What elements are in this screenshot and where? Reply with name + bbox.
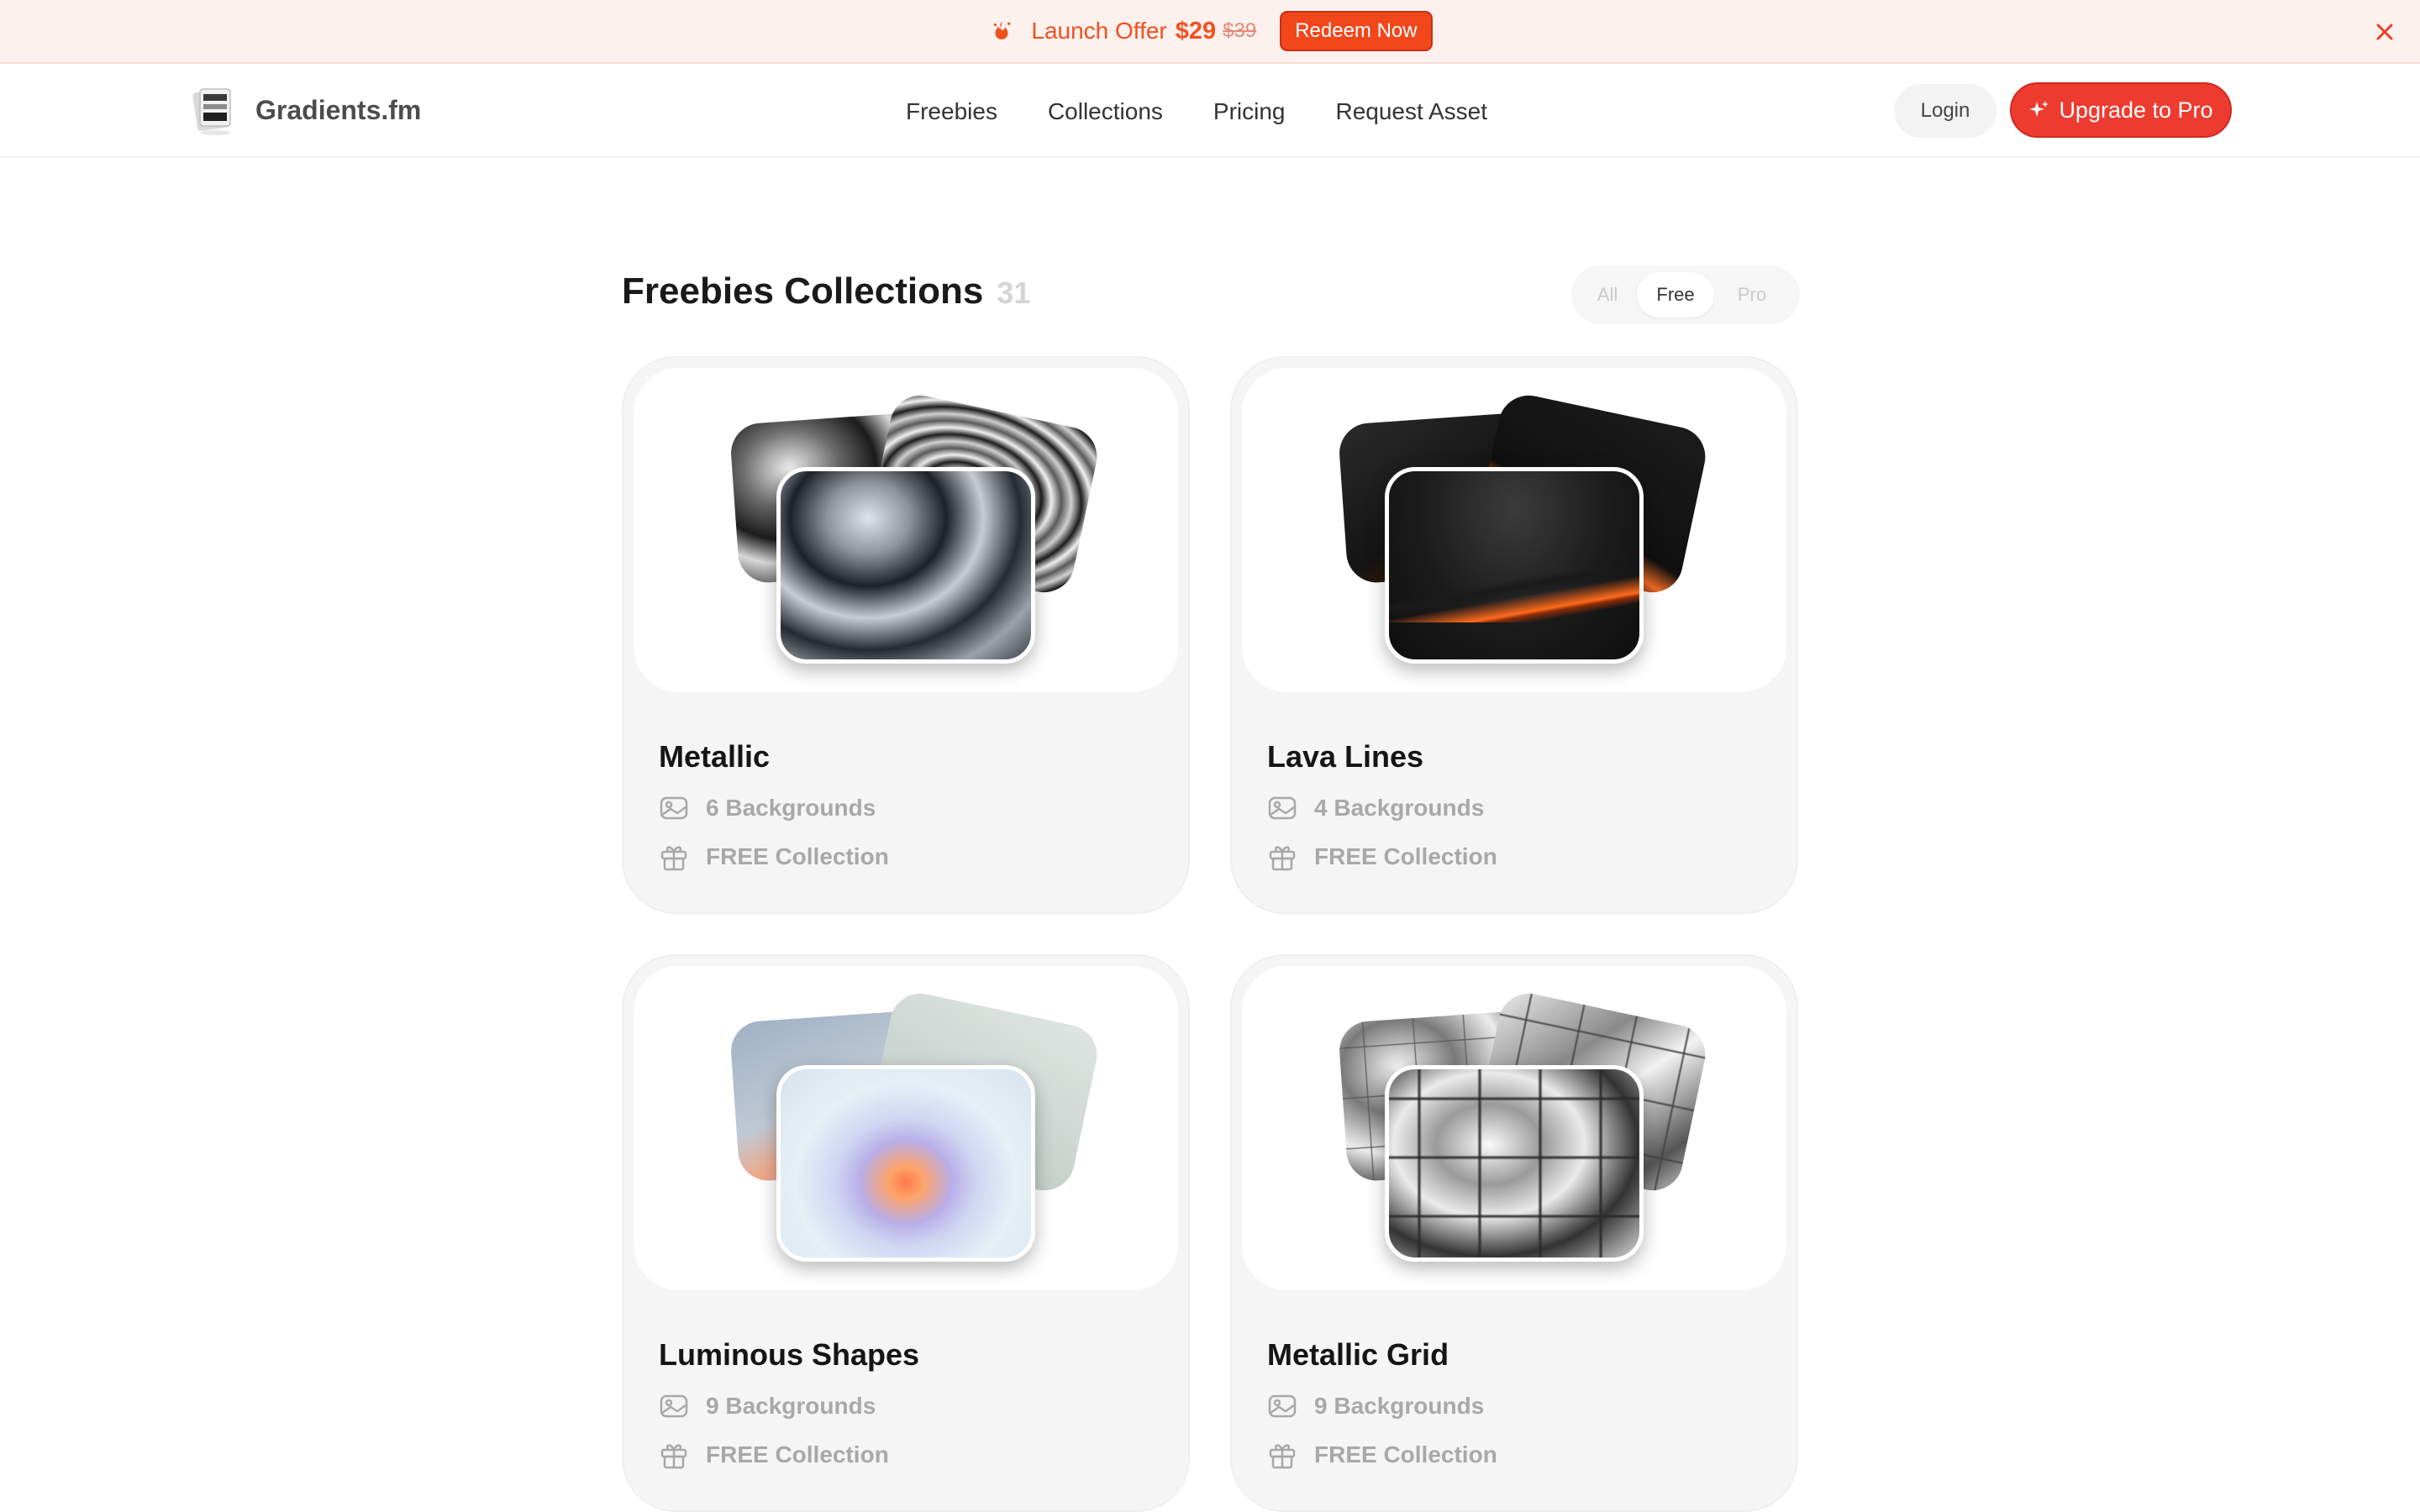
nav-collections[interactable]: Collections [1048, 98, 1163, 125]
card-title: Luminous Shapes [659, 1337, 920, 1372]
image-icon [660, 1394, 688, 1418]
filter-all[interactable]: All [1578, 272, 1637, 318]
image-icon [1268, 796, 1297, 820]
card-title: Metallic [659, 739, 771, 774]
nav-request-asset[interactable]: Request Asset [1335, 98, 1487, 125]
collection-count: 31 [997, 276, 1031, 310]
preview-image [1385, 1065, 1644, 1262]
backgrounds-count: 6 Backgrounds [706, 795, 876, 821]
card-backgrounds: 4 Backgrounds [1267, 793, 1484, 823]
gift-icon [660, 846, 687, 871]
gift-icon [1269, 846, 1296, 871]
close-icon[interactable] [2371, 18, 2398, 45]
card-collection-type: FREE Collection [659, 1440, 889, 1470]
card-backgrounds: 6 Backgrounds [659, 793, 876, 823]
image-icon [1268, 1394, 1297, 1418]
card-preview [634, 368, 1178, 692]
collection-type: FREE Collection [706, 1441, 889, 1467]
logo-icon [190, 82, 239, 138]
card-title: Metallic Grid [1267, 1337, 1449, 1372]
gift-icon [1269, 1444, 1296, 1469]
image-icon [660, 796, 688, 820]
filter-toggle: All Free Pro [1571, 265, 1800, 324]
old-price: $39 [1223, 19, 1257, 42]
collection-type: FREE Collection [1314, 843, 1497, 869]
offer-label: Launch Offer [1031, 18, 1167, 44]
filter-free[interactable]: Free [1637, 272, 1714, 318]
nav-freebies[interactable]: Freebies [906, 98, 997, 125]
site-header: Gradients.fm Freebies Collections Pricin… [0, 66, 2420, 158]
card-collection-type: FREE Collection [1267, 842, 1497, 872]
collection-card[interactable]: Luminous Shapes 9 Backgrounds FREE Colle… [622, 954, 1190, 1512]
brand-name: Gradients.fm [255, 94, 422, 125]
upgrade-label: Upgrade to Pro [2059, 97, 2213, 123]
login-button[interactable]: Login [1894, 84, 1996, 138]
collection-type: FREE Collection [1314, 1441, 1497, 1467]
backgrounds-count: 4 Backgrounds [1314, 795, 1485, 821]
section-heading: Freebies Collections 31 [622, 270, 1030, 312]
redeem-button[interactable]: Redeem Now [1280, 11, 1433, 51]
collection-card[interactable]: Metallic Grid 9 Backgrounds FREE Collect… [1230, 954, 1798, 1512]
offer-price: $29 [1175, 17, 1217, 45]
card-title: Lava Lines [1267, 739, 1424, 774]
sparkle-icon [2028, 99, 2050, 121]
promo-banner: Launch Offer $29 $39 Redeem Now [0, 0, 2420, 64]
card-preview [634, 966, 1178, 1290]
card-preview [1242, 966, 1786, 1290]
card-collection-type: FREE Collection [1267, 1440, 1497, 1470]
upgrade-button[interactable]: Upgrade to Pro [2010, 82, 2232, 138]
brand-logo[interactable]: Gradients.fm [190, 82, 421, 138]
section-title: Freebies Collections [622, 270, 984, 312]
backgrounds-count: 9 Backgrounds [1314, 1393, 1485, 1419]
main-nav: Freebies Collections Pricing Request Ass… [906, 66, 1538, 158]
filter-pro[interactable]: Pro [1714, 272, 1790, 318]
collection-type: FREE Collection [706, 843, 889, 869]
collection-card[interactable]: Metallic 6 Backgrounds FREE Collection [622, 356, 1190, 914]
gift-icon [660, 1444, 687, 1469]
collection-card[interactable]: Lava Lines 4 Backgrounds FREE Collection [1230, 356, 1798, 914]
preview-image [776, 1065, 1035, 1262]
card-backgrounds: 9 Backgrounds [1267, 1391, 1484, 1421]
fire-icon [987, 17, 1016, 45]
card-collection-type: FREE Collection [659, 842, 889, 872]
preview-image [1385, 467, 1644, 664]
card-backgrounds: 9 Backgrounds [659, 1391, 876, 1421]
backgrounds-count: 9 Backgrounds [706, 1393, 876, 1419]
nav-pricing[interactable]: Pricing [1213, 98, 1286, 125]
card-preview [1242, 368, 1786, 692]
preview-image [776, 467, 1035, 664]
